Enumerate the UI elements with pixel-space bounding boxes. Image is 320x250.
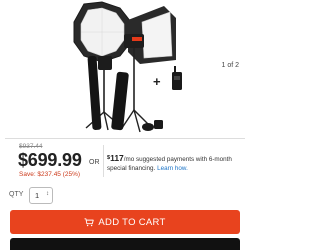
monthly-payment: $117: [107, 153, 124, 163]
or-label: OR: [89, 159, 100, 166]
product-photo: +: [73, 1, 182, 133]
savings-text: Save: $237.45 (25%): [19, 171, 81, 178]
section-divider: [5, 138, 245, 139]
price-box: $937.44 $699.99 Save: $237.45 (25%) OR $…: [5, 141, 245, 181]
quantity-select[interactable]: 1 ↕: [29, 187, 53, 204]
sale-price: $699.99: [18, 150, 82, 170]
per-month-label: /mo: [123, 156, 135, 163]
svg-text:+: +: [153, 74, 161, 89]
secondary-action-button[interactable]: [10, 238, 240, 250]
chevron-updown-icon: ↕: [46, 191, 49, 197]
quantity-value: 1: [35, 191, 40, 200]
add-to-cart-button[interactable]: ADD TO CART: [10, 210, 240, 234]
price-divider: [103, 145, 104, 177]
list-price: $937.44: [19, 143, 43, 150]
quantity-label: QTY: [9, 191, 24, 198]
add-to-cart-label: ADD TO CART: [98, 216, 166, 228]
cart-icon: [84, 217, 95, 226]
image-pager: 1 of 2: [221, 62, 239, 69]
product-image-gallery[interactable]: + 1 of 2: [0, 0, 250, 136]
learn-how-link[interactable]: Learn how.: [157, 165, 188, 172]
monthly-amount: 117: [110, 153, 124, 163]
financing-info: $117/mo suggested payments with 6‑month …: [107, 154, 243, 173]
